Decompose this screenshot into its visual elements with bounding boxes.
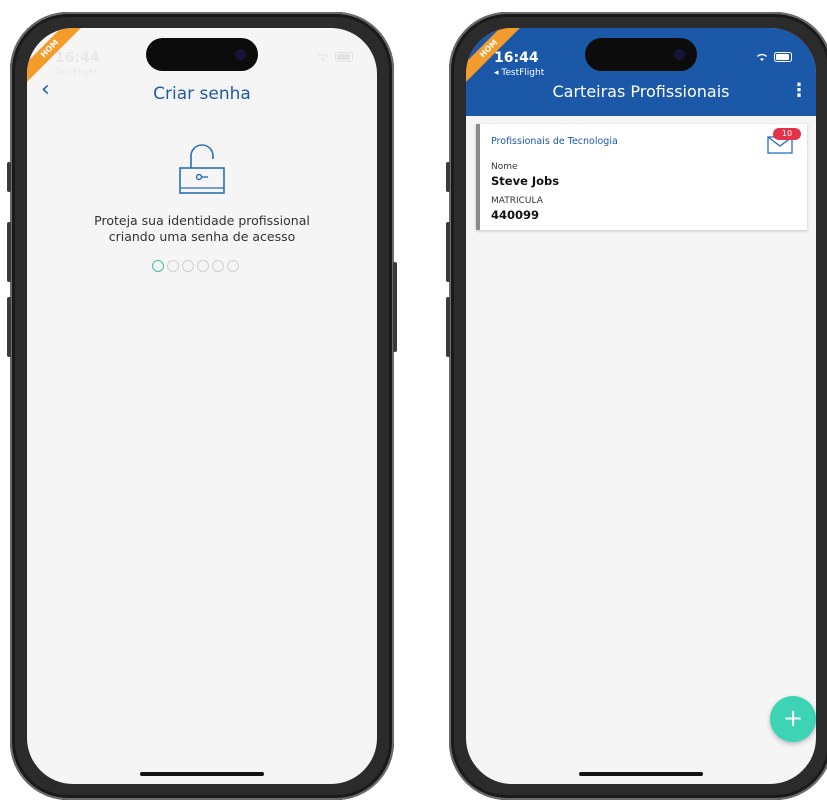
- more-options-icon[interactable]: ⋮: [790, 80, 808, 102]
- mute-switch: [7, 162, 11, 192]
- unread-count-badge: 10: [773, 128, 801, 140]
- status-icons: [316, 52, 355, 62]
- phone-frame-right: HOM 16:44 ◂ TestFlight Carteiras Profiss…: [446, 12, 827, 800]
- battery-icon: [335, 52, 353, 62]
- card-id-value: 440099: [491, 208, 540, 222]
- camera-icon: [235, 49, 246, 60]
- pin-progress-indicator: [152, 260, 239, 272]
- pin-dot: [152, 260, 164, 272]
- pin-dot: [227, 260, 239, 272]
- professional-card[interactable]: Profissionais de Tecnologia Nome Steve J…: [476, 124, 807, 230]
- screen-professional-wallets: HOM 16:44 ◂ TestFlight Carteiras Profiss…: [466, 28, 816, 784]
- page-title: Criar senha: [153, 84, 251, 104]
- home-indicator[interactable]: [140, 772, 264, 776]
- power-button: [393, 262, 397, 352]
- status-time: 16:44: [55, 50, 100, 66]
- dynamic-island: [146, 38, 258, 71]
- unlocked-padlock-icon: [179, 144, 225, 194]
- card-name-label: Nome: [491, 162, 518, 172]
- volume-down-button: [7, 297, 11, 357]
- pin-dot: [212, 260, 224, 272]
- volume-down-button: [446, 297, 450, 357]
- page-title: Carteiras Profissionais: [552, 82, 730, 101]
- status-icons: [755, 52, 794, 62]
- card-id-label: MATRICULA: [491, 196, 543, 206]
- status-time: 16:44: [494, 50, 539, 66]
- volume-up-button: [446, 222, 450, 282]
- instructions-line-2: criando uma senha de acesso: [108, 229, 296, 244]
- pin-dot: [167, 260, 179, 272]
- mute-switch: [446, 162, 450, 192]
- instructions-line-1: Proteja sua identidade profissional: [94, 213, 310, 228]
- card-name-value: Steve Jobs: [491, 174, 560, 188]
- pin-dot: [182, 260, 194, 272]
- dynamic-island: [585, 38, 697, 71]
- pin-dot: [197, 260, 209, 272]
- battery-icon: [774, 52, 792, 62]
- add-button[interactable]: +: [770, 696, 816, 742]
- phone-frame-left: HOM 16:44 TestFlight ‹ Criar senha Prote…: [7, 12, 397, 800]
- status-app-label: TestFlight: [55, 68, 98, 78]
- wifi-icon: [318, 53, 328, 61]
- instructions-text: Proteja sua identidade profissional cria…: [47, 213, 357, 245]
- camera-icon: [674, 49, 685, 60]
- card-category: Profissionais de Tecnologia: [491, 136, 618, 147]
- wifi-icon: [757, 53, 767, 61]
- status-app-label[interactable]: ◂ TestFlight: [494, 68, 544, 78]
- volume-up-button: [7, 222, 11, 282]
- screen-create-password: HOM 16:44 TestFlight ‹ Criar senha Prote…: [27, 28, 377, 784]
- home-indicator[interactable]: [579, 772, 703, 776]
